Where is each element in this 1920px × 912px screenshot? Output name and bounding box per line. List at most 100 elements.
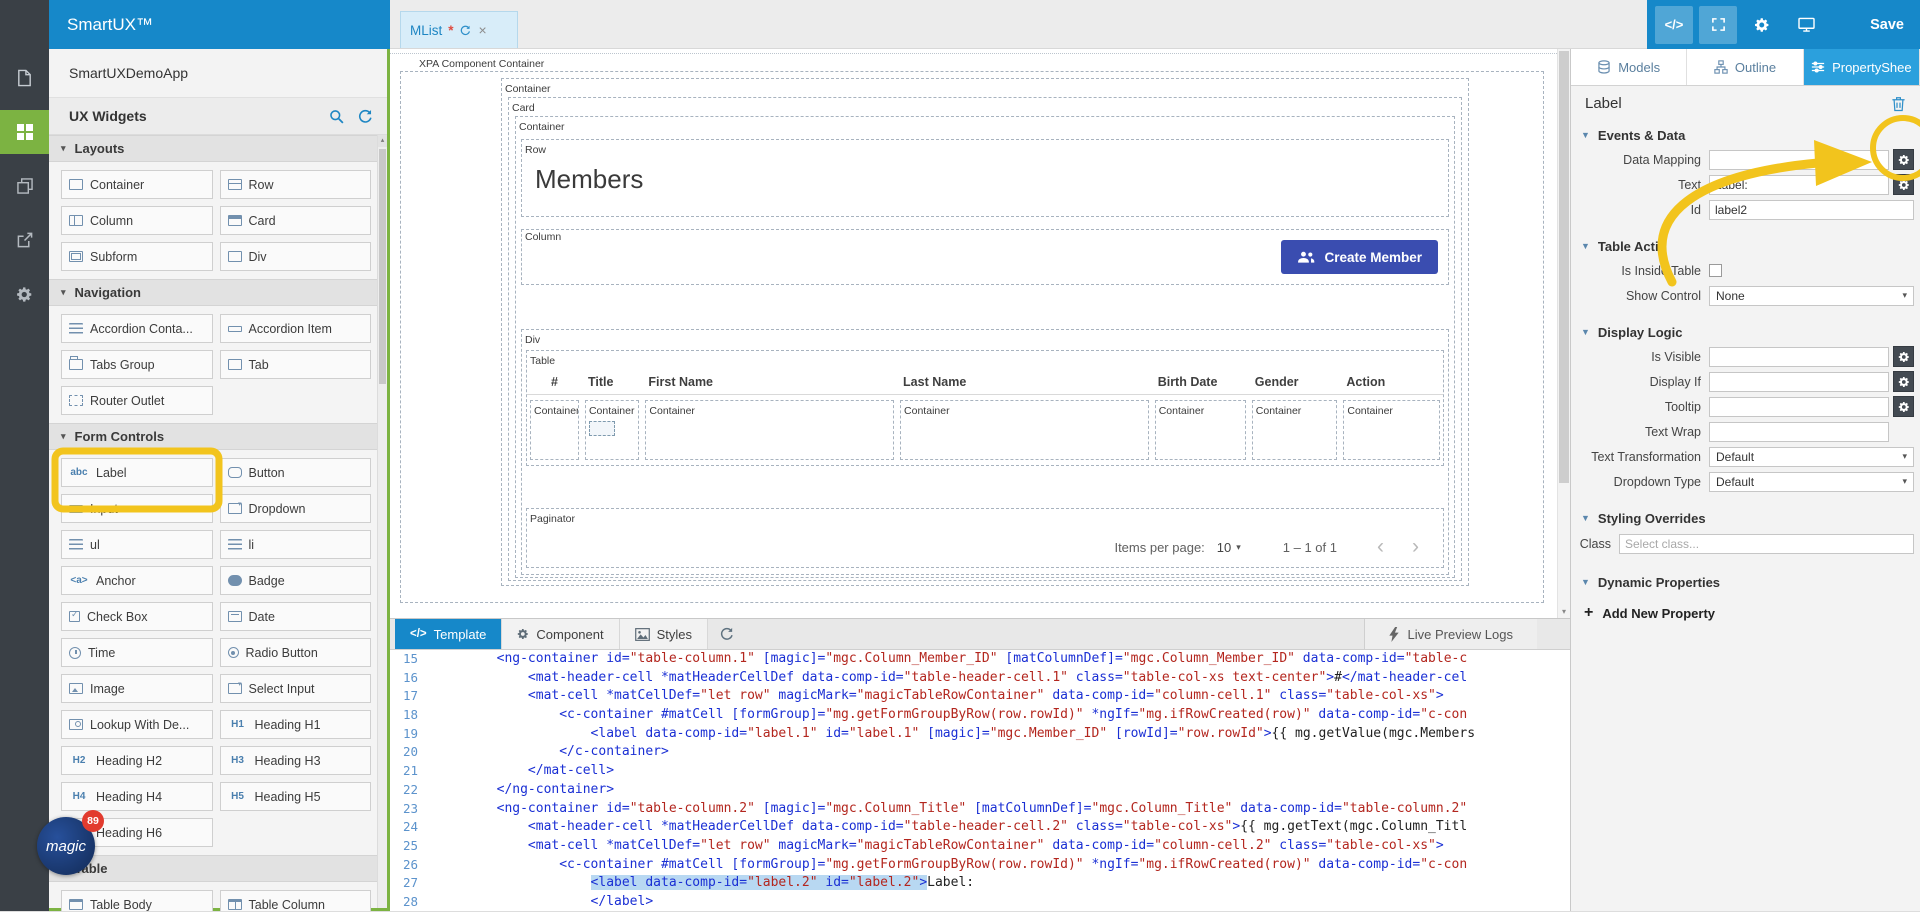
widget-tabs-group[interactable]: Tabs Group — [61, 350, 213, 379]
panel-tab-models[interactable]: Models — [1571, 49, 1687, 85]
settings-button[interactable] — [1743, 6, 1781, 44]
section-events-data[interactable]: ▼Events & Data — [1571, 123, 1920, 147]
card-box[interactable]: Card Container Row Members Column Create… — [508, 97, 1462, 581]
cell-container[interactable]: Container — [1252, 400, 1338, 460]
widget-date[interactable]: Date — [220, 602, 372, 631]
section-table-actio[interactable]: ▼Table Actio — [1571, 234, 1920, 258]
table-box[interactable]: Table #TitleFirst NameLast NameBirth Dat… — [526, 350, 1444, 466]
widget-input[interactable]: Input — [61, 494, 213, 523]
widget-label[interactable]: abcLabel — [61, 458, 213, 487]
refresh-icon[interactable] — [460, 25, 471, 36]
paginator-box[interactable]: Paginator Items per page: 10 ▾ 1 – 1 of … — [526, 508, 1444, 568]
code-tab-component[interactable]: Component — [502, 619, 619, 649]
widget-ul[interactable]: ul — [61, 530, 213, 559]
input-display-if[interactable] — [1709, 372, 1889, 392]
members-heading[interactable]: Members — [535, 164, 1448, 195]
cell-container[interactable]: Container — [585, 400, 639, 460]
panel-tab-outline[interactable]: Outline — [1687, 49, 1803, 85]
column-box[interactable]: Column Create Member — [521, 229, 1449, 285]
refresh-icon[interactable] — [358, 109, 373, 124]
widget-subform[interactable]: Subform — [61, 242, 213, 271]
input-text[interactable] — [1709, 175, 1889, 195]
code-editor[interactable]: 15 <ng-container id="table-column.1" [ma… — [390, 650, 1570, 912]
delete-icon[interactable] — [1891, 96, 1906, 112]
settings-icon[interactable] — [0, 272, 49, 316]
widget-router-outlet[interactable]: Router Outlet — [61, 386, 213, 415]
widget-radio-button[interactable]: Radio Button — [220, 638, 372, 667]
widget-dropdown[interactable]: Dropdown — [220, 494, 372, 523]
xpa-component-container[interactable]: Container Card Container Row Members Col… — [400, 71, 1544, 603]
select-dropdown-type[interactable]: Default▾ — [1709, 472, 1914, 492]
next-page-button[interactable]: › — [1412, 535, 1419, 559]
code-view-button[interactable]: </> — [1655, 6, 1693, 44]
sidebar-scrollbar[interactable]: ▴ — [377, 135, 387, 908]
input-text-wrap[interactable] — [1709, 422, 1889, 442]
section-dynamic-properties[interactable]: ▼Dynamic Properties — [1571, 570, 1920, 594]
widget-div[interactable]: Div — [220, 242, 372, 271]
search-icon[interactable] — [329, 109, 344, 124]
widget-row[interactable]: Row — [220, 170, 372, 199]
scroll-up-arrow[interactable]: ▴ — [378, 135, 387, 147]
scroll-down-arrow[interactable]: ▾ — [1558, 607, 1570, 616]
close-icon[interactable]: × — [479, 22, 487, 38]
live-preview-logs-button[interactable]: Live Preview Logs — [1364, 619, 1538, 649]
gear-button-is-visible[interactable] — [1893, 346, 1914, 367]
widget-tab[interactable]: Tab — [220, 350, 372, 379]
cell-container[interactable]: Container — [1155, 400, 1246, 460]
widget-heading-h5[interactable]: H5Heading H5 — [220, 782, 372, 811]
gear-button-text[interactable] — [1893, 174, 1914, 195]
widget-heading-h1[interactable]: H1Heading H1 — [220, 710, 372, 739]
gear-button-tooltip[interactable] — [1893, 396, 1914, 417]
section-display-logic[interactable]: ▼Display Logic — [1571, 320, 1920, 344]
widget-column[interactable]: Column — [61, 206, 213, 235]
create-member-button[interactable]: Create Member — [1281, 240, 1438, 274]
widget-section-header-navigation[interactable]: ▾Navigation — [49, 279, 387, 306]
row-box[interactable]: Row Members — [521, 139, 1449, 217]
inner-container-box[interactable]: Container Row Members Column Create Memb… — [515, 116, 1455, 578]
div-box[interactable]: Div Table #TitleFirst NameLast NameBirth… — [521, 329, 1449, 575]
select-text-transformation[interactable]: Default▾ — [1709, 447, 1914, 467]
cell-container[interactable]: Container — [645, 400, 894, 460]
gear-button-display-if[interactable] — [1893, 371, 1914, 392]
project-name-row[interactable]: SmartUXDemoApp — [49, 49, 387, 98]
input-is-visible[interactable] — [1709, 347, 1889, 367]
widget-section-header-form-controls[interactable]: ▾Form Controls — [49, 423, 387, 450]
widget-badge[interactable]: Badge — [220, 566, 372, 595]
canvas-scrollbar[interactable]: ▾ — [1557, 49, 1570, 618]
input-id[interactable] — [1709, 200, 1914, 220]
widget-anchor[interactable]: <a>Anchor — [61, 566, 213, 595]
widget-section-header-layouts[interactable]: ▾Layouts — [49, 135, 387, 162]
section-styling-overrides[interactable]: ▼Styling Overrides — [1571, 506, 1920, 530]
widget-check-box[interactable]: Check Box — [61, 602, 213, 631]
cell-container[interactable]: Container — [900, 400, 1149, 460]
widget-heading-h4[interactable]: H4Heading H4 — [61, 782, 213, 811]
checkbox-is-inside-table[interactable] — [1709, 264, 1722, 277]
widget-table-body[interactable]: Table Body — [61, 890, 213, 911]
save-button[interactable]: Save — [1870, 17, 1904, 33]
widget-container[interactable]: Container — [61, 170, 213, 199]
widget-card[interactable]: Card — [220, 206, 372, 235]
widget-section-header-table[interactable]: ▾Table — [49, 855, 387, 882]
layers-icon[interactable] — [0, 164, 49, 208]
expand-button[interactable] — [1699, 6, 1737, 44]
scrollbar-thumb[interactable] — [1559, 51, 1569, 483]
page-size-select[interactable]: 10 ▾ — [1217, 540, 1241, 555]
code-tab-template[interactable]: </>Template — [395, 619, 502, 649]
widget-heading-h3[interactable]: H3Heading H3 — [220, 746, 372, 775]
previous-page-button[interactable]: ‹ — [1377, 535, 1384, 559]
selected-label-widget[interactable] — [589, 421, 615, 436]
input-tooltip[interactable] — [1709, 397, 1889, 417]
widgets-icon[interactable] — [0, 110, 49, 154]
preview-device-button[interactable] — [1787, 6, 1825, 44]
widget-button[interactable]: Button — [220, 458, 372, 487]
widget-table-column[interactable]: Table Column — [220, 890, 372, 911]
document-tab-mlist[interactable]: MList * × — [400, 11, 518, 48]
widget-accordion-conta[interactable]: Accordion Conta... — [61, 314, 213, 343]
gear-button-data-mapping[interactable] — [1893, 149, 1914, 170]
cell-container[interactable]: Container — [530, 400, 579, 460]
widget-li[interactable]: li — [220, 530, 372, 559]
cell-container[interactable]: Container — [1343, 400, 1440, 460]
widget-heading-h2[interactable]: H2Heading H2 — [61, 746, 213, 775]
widget-lookup-with-de[interactable]: Lookup With De... — [61, 710, 213, 739]
select-show-control[interactable]: None▾ — [1709, 286, 1914, 306]
